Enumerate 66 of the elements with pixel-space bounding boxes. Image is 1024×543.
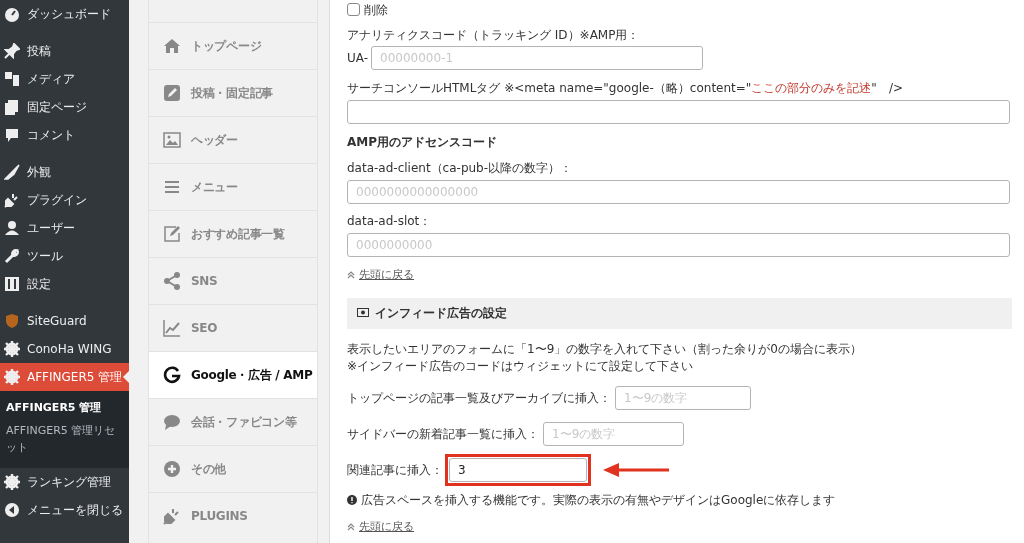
share-icon <box>163 272 181 290</box>
section-title: インフィード広告の設定 <box>375 305 507 322</box>
back-to-top-link[interactable]: 先頭に戻る <box>359 518 414 535</box>
plug-icon <box>4 192 20 208</box>
money-icon <box>357 307 369 319</box>
checkbox-label: 削除 <box>364 1 388 19</box>
checkbox[interactable] <box>347 3 360 16</box>
submenu-item[interactable]: AFFINGER5 管理 <box>6 399 123 416</box>
double-chevron-up-icon <box>347 271 355 280</box>
image-icon <box>163 131 181 149</box>
submenu-item[interactable]: AFFINGER5 管理リセット <box>6 422 123 456</box>
field-label: トップページの記事一覧及びアーカイブに挿入： <box>347 389 611 407</box>
field-label: data-ad-client（ca-pub-以降の数字）： <box>347 160 574 177</box>
wrench-icon <box>4 248 20 264</box>
plus-circle-icon <box>163 460 181 478</box>
shield-icon <box>4 313 20 329</box>
sidebar-item[interactable]: SiteGuard <box>0 307 129 335</box>
sidebar-item[interactable]: ツール <box>0 242 129 270</box>
user-icon <box>4 220 20 236</box>
sidebar-item[interactable]: 設定 <box>0 270 129 298</box>
number-input[interactable]: 3 <box>449 457 587 482</box>
pushpin-icon <box>4 43 20 59</box>
sidebar-item[interactable]: プラグイン <box>0 186 129 214</box>
sidebar-item[interactable]: 外観 <box>0 158 129 186</box>
sidebar-item[interactable]: 投稿 <box>0 37 129 65</box>
home-icon <box>163 37 181 55</box>
sidebar-item[interactable]: ダッシュボード <box>0 0 129 28</box>
field-prefix: UA- <box>347 50 369 67</box>
sidebar-item[interactable]: ConoHa WING <box>0 335 129 363</box>
field-label: サーチコンソールHTMLタグ ※<meta name="google-（略）content="ここの部分のみを記述" /> <box>347 80 904 97</box>
plug-icon <box>163 507 181 525</box>
field-label: アナリティクスコード（トラッキング ID）※AMP用： <box>347 27 641 44</box>
sidebar-item[interactable]: メディア <box>0 65 129 93</box>
sliders-icon <box>4 276 20 292</box>
sidebar-item[interactable]: 固定ページ <box>0 93 129 121</box>
exclamation-icon <box>347 494 357 505</box>
brush-icon <box>4 164 20 180</box>
google-g-icon <box>163 366 181 384</box>
section-heading: AMP用のアドセンスコード <box>347 134 499 151</box>
field-label: サイドバーの新着記事一覧に挿入： <box>347 425 539 443</box>
description-text: 表示したいエリアのフォームに「1〜9」の数字を入れて下さい（割った余りが0の場合に表示） ※インフィード広告のコードはウィジェットにて設定して下さい <box>347 340 863 375</box>
back-to-top-link[interactable]: 先頭に戻る <box>359 267 414 284</box>
gear-icon <box>4 341 20 357</box>
sidebar-item[interactable]: メニューを閉じる <box>0 496 129 524</box>
speech-bubble-icon <box>163 413 181 431</box>
pages-icon <box>4 99 20 115</box>
sidebar-item[interactable]: ランキング管理 <box>0 468 129 496</box>
double-chevron-up-icon <box>347 522 355 531</box>
field-label: 関連記事に挿入： <box>347 461 443 479</box>
sidebar-item[interactable]: AFFINGER5 管理 <box>0 363 129 391</box>
pencil-icon <box>163 84 181 102</box>
text-input[interactable] <box>347 100 1010 124</box>
speech-bubble-icon <box>4 127 20 143</box>
menu-icon <box>163 178 181 196</box>
edit-note-icon <box>163 225 181 243</box>
gear-icon <box>4 474 20 490</box>
media-icon <box>4 71 20 87</box>
field-label: data-ad-slot： <box>347 213 433 230</box>
note-text: 広告スペースを挿入する機能です。実際の表示の有無やデザインはGoogleに依存します <box>361 491 836 509</box>
gear-icon <box>4 369 20 385</box>
tab[interactable]: Google・広告 / AMP <box>149 351 317 398</box>
gauge-icon <box>4 6 20 22</box>
line-chart-icon <box>163 319 181 337</box>
sidebar-item[interactable]: ユーザー <box>0 214 129 242</box>
collapse-icon <box>4 502 20 518</box>
sidebar-item[interactable]: コメント <box>0 121 129 149</box>
